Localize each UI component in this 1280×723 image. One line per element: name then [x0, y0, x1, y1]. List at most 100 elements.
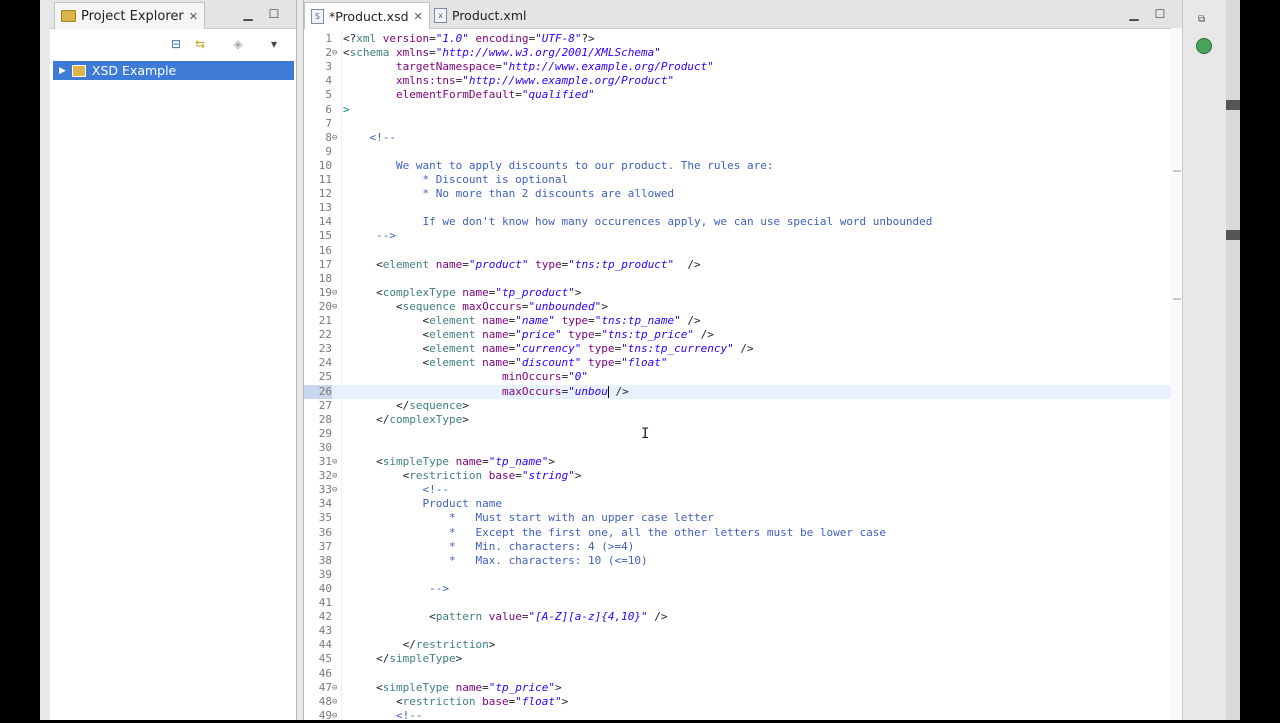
line-number: 4: [325, 74, 332, 88]
code-text: <pattern value="[A-Z][a-z]{4,10}" />: [343, 610, 668, 624]
code-text: <element name="currency" type="tns:tp_cu…: [343, 342, 754, 356]
code-line[interactable]: 8 ⊖ <!--: [304, 131, 1183, 145]
fold-toggle-icon[interactable]: ⊖: [332, 469, 340, 483]
line-number: 32: [318, 469, 332, 483]
overview-mark: [1173, 170, 1181, 172]
code-line[interactable]: 35 * Must start with an upper case lette…: [304, 511, 1183, 525]
code-line[interactable]: 18: [304, 272, 1183, 286]
code-line[interactable]: 43: [304, 624, 1183, 638]
code-line[interactable]: 6 >: [304, 103, 1183, 117]
minimize-icon[interactable]: ▁: [240, 6, 256, 22]
code-line[interactable]: 44 </restriction>: [304, 638, 1183, 652]
fold-toggle-icon[interactable]: ⊖: [332, 695, 340, 709]
code-line[interactable]: 29: [304, 427, 1183, 441]
tab-product-xsd[interactable]: S *Product.xsd ✕: [304, 2, 430, 29]
code-line[interactable]: 21 <element name="name" type="tns:tp_nam…: [304, 314, 1183, 328]
code-line[interactable]: 37 * Min. characters: 4 (>=4): [304, 540, 1183, 554]
code-line[interactable]: 41: [304, 596, 1183, 610]
xsd-file-icon: S: [311, 8, 324, 24]
code-area[interactable]: 1 <?xml version="1.0" encoding="UTF-8"?> 2…: [304, 31, 1183, 723]
code-line[interactable]: 34 Product name: [304, 497, 1183, 511]
code-line[interactable]: 42 <pattern value="[A-Z][a-z]{4,10}" />: [304, 610, 1183, 624]
code-text: <simpleType name="tp_name">: [343, 455, 555, 468]
line-number: 20: [318, 299, 332, 313]
code-line[interactable]: 16: [304, 244, 1183, 258]
restore-icon[interactable]: ⧉: [1198, 14, 1205, 25]
code-line[interactable]: 33 ⊖ <!--: [304, 483, 1183, 497]
minimize-icon[interactable]: ▁: [1126, 6, 1142, 22]
code-text: <element name="name" type="tns:tp_name" …: [343, 314, 701, 327]
code-line[interactable]: 19 ⊖ <complexType name="tp_product">: [304, 286, 1183, 300]
code-line[interactable]: 31 ⊖ <simpleType name="tp_name">: [304, 455, 1183, 469]
line-number: 36: [318, 525, 332, 539]
link-with-editor-icon[interactable]: ⇆: [192, 36, 208, 52]
fold-toggle-icon[interactable]: ⊖: [332, 483, 340, 497]
fold-toggle-icon[interactable]: ⊖: [332, 681, 340, 695]
collapse-all-icon[interactable]: ⊟: [168, 36, 184, 52]
line-number: 12: [318, 187, 332, 201]
code-line[interactable]: 11 * Discount is optional: [304, 173, 1183, 187]
code-line[interactable]: 7: [304, 117, 1183, 131]
line-number: 24: [318, 356, 332, 370]
code-line[interactable]: 12 * No more than 2 discounts are allowe…: [304, 187, 1183, 201]
fold-toggle-icon[interactable]: ⊖: [332, 286, 340, 300]
project-explorer-tab[interactable]: Project Explorer ✕: [54, 2, 205, 29]
tab-product-xml[interactable]: x Product.xml: [428, 2, 532, 28]
close-icon[interactable]: ✕: [189, 10, 198, 23]
code-line[interactable]: 38 * Max. characters: 10 (<=10): [304, 554, 1183, 568]
code-line[interactable]: 36 * Except the first one, all the other…: [304, 526, 1183, 540]
code-line[interactable]: 40 -->: [304, 582, 1183, 596]
project-explorer-view: Project Explorer ✕ ▁ ☐ ⊟ ⇆ ◈ ▾ ▶ XSD Exa…: [50, 0, 297, 720]
view-menu-icon[interactable]: ▾: [266, 36, 282, 52]
code-line[interactable]: 17 <element name="product" type="tns:tp_…: [304, 258, 1183, 272]
globe-icon[interactable]: [1196, 38, 1212, 54]
code-line[interactable]: 49 ⊖ <!--: [304, 709, 1183, 723]
code-line[interactable]: 25 minOccurs="0": [304, 370, 1183, 384]
code-line[interactable]: 28 </complexType>: [304, 413, 1183, 427]
tree-item-xsd-example[interactable]: ▶ XSD Example: [53, 61, 294, 80]
line-number: 27: [318, 398, 332, 412]
code-line[interactable]: 22 <element name="price" type="tns:tp_pr…: [304, 328, 1183, 342]
code-text: maxOccurs="unbou />: [501, 384, 629, 398]
code-line[interactable]: 15 -->: [304, 229, 1183, 243]
code-line[interactable]: 9: [304, 145, 1183, 159]
line-number: 46: [318, 666, 332, 680]
code-line[interactable]: 14 If we don't know how many occurences …: [304, 215, 1183, 229]
code-text: * Discount is optional: [343, 173, 569, 186]
code-line[interactable]: 3 targetNamespace="http://www.example.or…: [304, 60, 1183, 74]
code-line[interactable]: 45 </simpleType>: [304, 652, 1183, 666]
code-line[interactable]: 1 <?xml version="1.0" encoding="UTF-8"?>: [304, 32, 1183, 46]
fold-toggle-icon[interactable]: ⊖: [332, 300, 340, 314]
code-line[interactable]: 39: [304, 568, 1183, 582]
code-line[interactable]: 48 ⊖ <restriction base="float">: [304, 695, 1183, 709]
maximize-icon[interactable]: ☐: [1152, 6, 1168, 22]
code-line[interactable]: 27 </sequence>: [304, 399, 1183, 413]
expand-arrow-icon[interactable]: ▶: [59, 66, 66, 76]
fold-toggle-icon[interactable]: ⊖: [332, 46, 340, 60]
code-text: Product name: [343, 497, 502, 511]
line-number: 1: [325, 32, 332, 45]
fold-toggle-icon[interactable]: ⊖: [332, 131, 340, 145]
code-line[interactable]: 4 xmlns:tns="http://www.example.org/Prod…: [304, 74, 1183, 88]
code-text: <complexType name="tp_product">: [343, 285, 582, 299]
code-line[interactable]: 2 ⊖ <schema xmlns="http://www.w3.org/2001/…: [304, 46, 1183, 60]
fold-toggle-icon[interactable]: ⊖: [332, 709, 340, 723]
code-line[interactable]: 32 ⊖ <restriction base="string">: [304, 469, 1183, 483]
code-line[interactable]: 47 ⊖ <simpleType name="tp_price">: [304, 681, 1183, 695]
fold-toggle-icon[interactable]: ⊖: [332, 455, 340, 469]
focus-icon[interactable]: ◈: [230, 36, 246, 52]
code-line[interactable]: 23 <element name="currency" type="tns:tp…: [304, 342, 1183, 356]
code-line[interactable]: 24 <element name="discount" type="float": [304, 356, 1183, 370]
code-text: <schema xmlns="http://www.w3.org/2001/XM…: [343, 46, 661, 60]
code-line[interactable]: 26 maxOccurs="unbou />: [304, 384, 1183, 399]
code-text: If we don't know how many occurences app…: [343, 215, 933, 229]
code-line[interactable]: 10 We want to apply discounts to our pro…: [304, 159, 1183, 173]
code-line[interactable]: 13: [304, 201, 1183, 215]
maximize-icon[interactable]: ☐: [266, 6, 282, 22]
code-line[interactable]: 20 ⊖ <sequence maxOccurs="unbounded">: [304, 300, 1183, 314]
code-line[interactable]: 46: [304, 667, 1183, 681]
code-line[interactable]: 30: [304, 441, 1183, 455]
close-icon[interactable]: ✕: [414, 10, 423, 23]
background-window-edge: [1226, 0, 1240, 720]
code-line[interactable]: 5 elementFormDefault="qualified": [304, 88, 1183, 102]
